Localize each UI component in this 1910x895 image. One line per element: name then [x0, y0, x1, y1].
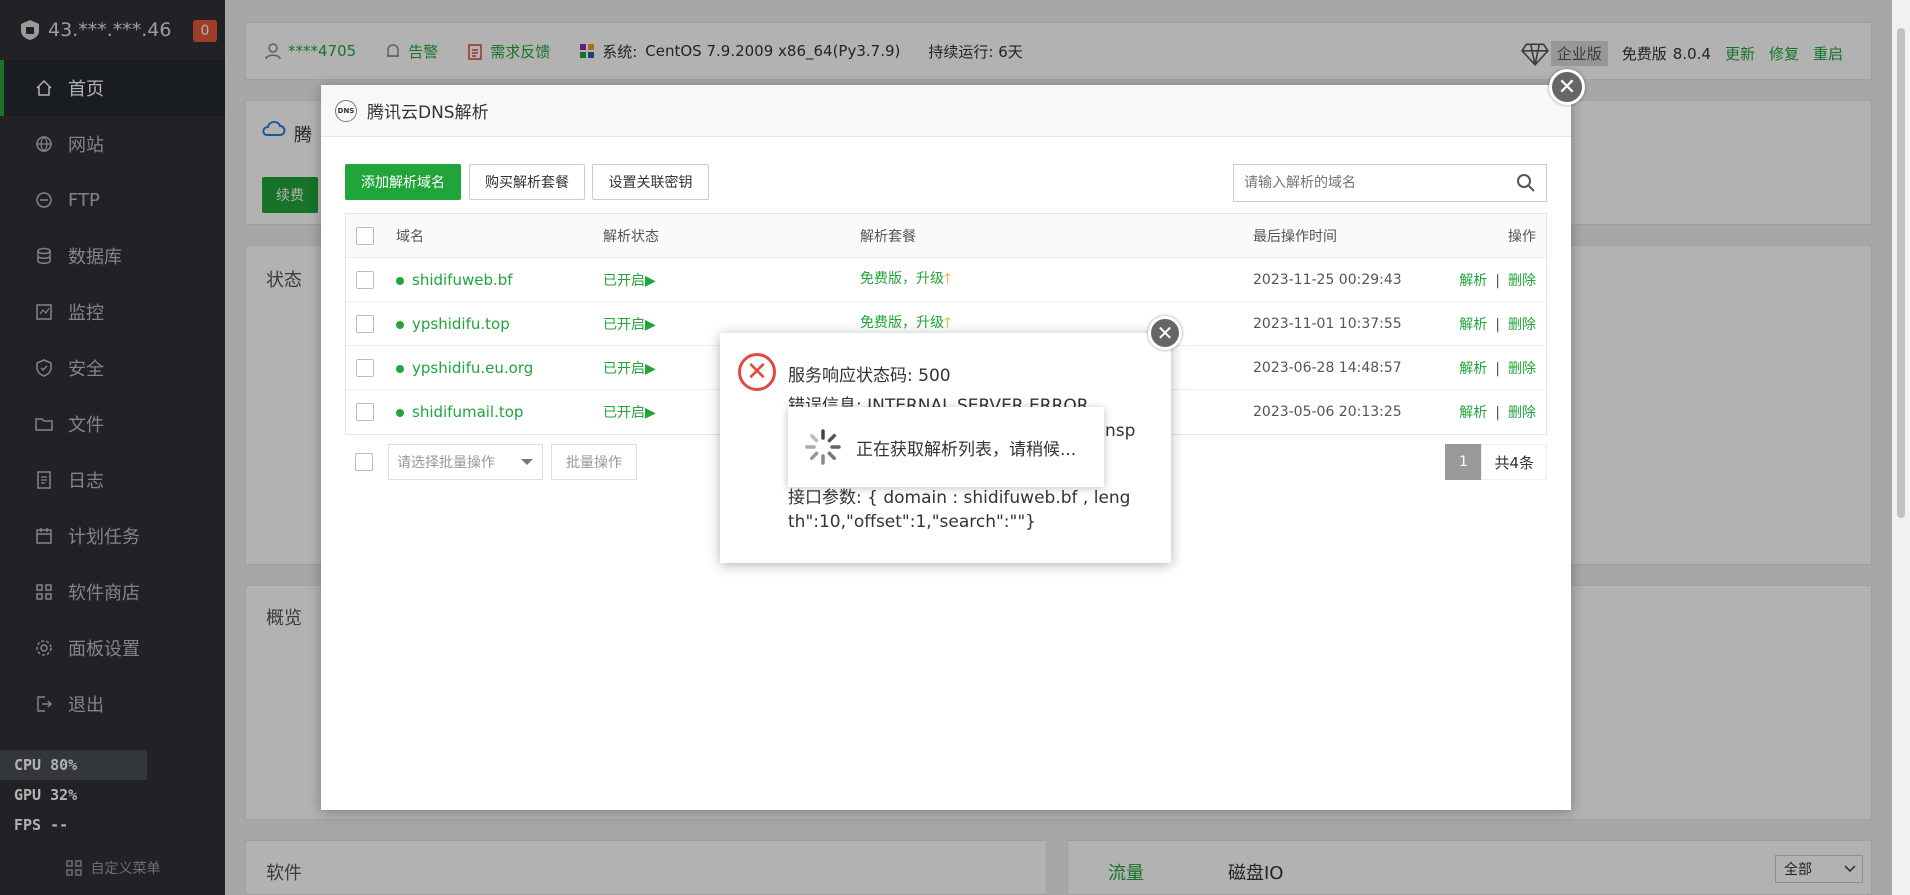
- status-dot-icon: [396, 320, 404, 329]
- plan-text: 免费版，升级: [860, 270, 944, 287]
- search-icon[interactable]: [1516, 173, 1536, 193]
- state-toggle[interactable]: 已开启▶: [603, 314, 656, 334]
- spinner-icon: [805, 429, 841, 465]
- domain-link[interactable]: ypshidifu.top: [412, 315, 510, 333]
- col-state: 解析状态: [603, 228, 659, 245]
- upgrade-arrow-icon: 🡑: [944, 314, 952, 331]
- ops-cell: 解析 | 删除: [1459, 314, 1536, 334]
- ops-separator: |: [1495, 360, 1500, 377]
- domain-link[interactable]: ypshidifu.eu.org: [412, 359, 533, 377]
- set-key-button[interactable]: 设置关联密钥: [592, 164, 709, 200]
- status-dot-icon: [396, 276, 404, 285]
- modal-header: DNS 腾讯云DNS解析: [321, 85, 1571, 137]
- state-toggle[interactable]: 已开启▶: [603, 402, 656, 422]
- page-scrollbar[interactable]: [1892, 0, 1910, 895]
- loading-toast: 正在获取解析列表，请稍候...: [788, 407, 1104, 487]
- caret-down-icon: [521, 459, 533, 465]
- search-input[interactable]: [1234, 166, 1516, 200]
- upgrade-arrow-icon: 🡑: [944, 270, 952, 287]
- ops-cell: 解析 | 删除: [1459, 270, 1536, 290]
- page-total: 共4条: [1481, 444, 1547, 480]
- page-current[interactable]: 1: [1445, 444, 1482, 480]
- plan-cell[interactable]: 免费版，升级🡑: [860, 268, 951, 292]
- domain-link[interactable]: shidifumail.top: [412, 403, 523, 421]
- delete-link[interactable]: 删除: [1508, 273, 1536, 289]
- modal-title: 腾讯云DNS解析: [367, 103, 489, 123]
- pagination: 1 共4条: [1445, 444, 1547, 480]
- resolve-link[interactable]: 解析: [1459, 273, 1487, 289]
- row-checkbox[interactable]: [356, 270, 374, 289]
- resolve-link[interactable]: 解析: [1459, 361, 1487, 377]
- col-domain: 域名: [396, 228, 424, 245]
- domain-cell: shidifumail.top: [396, 403, 523, 421]
- resolve-link[interactable]: 解析: [1459, 317, 1487, 333]
- modal-close-button[interactable]: ✕: [1549, 69, 1585, 105]
- time-cell: 2023-06-28 14:48:57: [1253, 359, 1402, 376]
- domain-cell: ypshidifu.eu.org: [396, 359, 533, 377]
- loading-text: 正在获取解析列表，请稍候...: [856, 439, 1077, 460]
- domain-link[interactable]: shidifuweb.bf: [412, 271, 513, 289]
- time-cell: 2023-11-01 10:37:55: [1253, 315, 1402, 332]
- error-icon: ✕: [738, 353, 776, 391]
- row-checkbox[interactable]: [356, 314, 374, 333]
- add-domain-button[interactable]: 添加解析域名: [345, 164, 461, 200]
- ops-cell: 解析 | 删除: [1459, 402, 1536, 422]
- delete-link[interactable]: 删除: [1508, 361, 1536, 377]
- ops-separator: |: [1495, 405, 1500, 421]
- row-checkbox[interactable]: [356, 358, 374, 377]
- resolve-link[interactable]: 解析: [1459, 405, 1487, 421]
- time-cell: 2023-11-25 00:29:43: [1253, 271, 1402, 288]
- batch-select-placeholder: 请选择批量操作: [397, 455, 495, 471]
- ops-separator: |: [1495, 272, 1500, 289]
- col-time: 最后操作时间: [1253, 228, 1337, 245]
- error-params-cont: th":10,"offset":1,"search":""}: [788, 512, 1036, 532]
- col-ops: 操作: [1508, 228, 1536, 245]
- domain-cell: ypshidifu.top: [396, 315, 510, 333]
- col-plan: 解析套餐: [860, 228, 916, 245]
- plan-cell[interactable]: 免费版，升级🡑: [860, 312, 951, 336]
- time-cell: 2023-05-06 20:13:25: [1253, 404, 1402, 420]
- table-header: 域名 解析状态 解析套餐 最后操作时间 操作: [346, 214, 1546, 258]
- status-dot-icon: [396, 364, 404, 373]
- ops-cell: 解析 | 删除: [1459, 358, 1536, 378]
- select-all-checkbox[interactable]: [356, 226, 374, 245]
- error-close-button[interactable]: ✕: [1148, 316, 1182, 350]
- delete-link[interactable]: 删除: [1508, 317, 1536, 333]
- close-icon: ✕: [1156, 321, 1174, 345]
- error-status-code: 服务响应状态码: 500: [788, 366, 951, 386]
- error-message-cont: nsp: [1105, 421, 1136, 441]
- plan-text: 免费版，升级: [860, 314, 944, 331]
- table-row: shidifuweb.bf 已开启▶ 免费版，升级🡑 2023-11-25 00:29…: [346, 258, 1546, 302]
- delete-link[interactable]: 删除: [1508, 405, 1536, 421]
- close-icon: ✕: [1557, 74, 1577, 100]
- state-toggle[interactable]: 已开启▶: [603, 270, 656, 290]
- scrollbar-thumb[interactable]: [1897, 28, 1905, 518]
- batch-action-button[interactable]: 批量操作: [551, 444, 637, 480]
- state-toggle[interactable]: 已开启▶: [603, 358, 656, 378]
- domain-cell: shidifuweb.bf: [396, 271, 513, 289]
- dns-icon: DNS: [335, 99, 357, 122]
- row-checkbox[interactable]: [356, 403, 374, 421]
- batch-select[interactable]: 请选择批量操作: [388, 444, 543, 480]
- batch-checkbox[interactable]: [355, 453, 373, 471]
- domain-search: [1233, 164, 1547, 202]
- status-dot-icon: [396, 409, 404, 417]
- buy-plan-button[interactable]: 购买解析套餐: [469, 164, 585, 200]
- ops-separator: |: [1495, 316, 1500, 333]
